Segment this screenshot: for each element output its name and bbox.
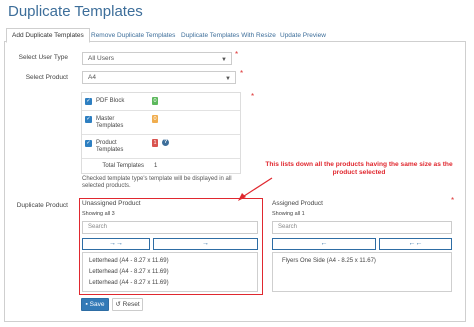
tab-add-duplicate-templates[interactable]: Add Duplicate Templates <box>6 28 90 43</box>
unassigned-search-input[interactable]: Search <box>82 221 258 234</box>
user-type-select[interactable]: All Users ▼ <box>82 52 232 65</box>
list-item[interactable]: Letterhead (A4 - 8.27 x 11.69) <box>89 280 169 286</box>
tab-remove-duplicate-templates[interactable]: Remove Duplicate Templates <box>85 28 181 42</box>
tab-update-preview[interactable]: Update Preview <box>274 28 332 42</box>
template-type-name: Product Templates <box>96 140 124 153</box>
table-row: ✓ PDF Block 0 <box>82 93 240 111</box>
table-row: Total Templates 1 <box>82 159 240 174</box>
total-templates-label: Total Templates <box>102 163 144 169</box>
help-icon[interactable]: ? <box>162 139 169 146</box>
move-right-button[interactable]: → <box>153 238 258 250</box>
floppy-disk-icon: ▪ <box>85 301 88 308</box>
unassigned-count: Showing all 3 <box>82 211 115 217</box>
assigned-title: Assigned Product <box>272 200 323 207</box>
tab-duplicate-templates-with-resize[interactable]: Duplicate Templates With Resize <box>175 28 282 42</box>
unassigned-title: Unassigned Product <box>82 200 141 207</box>
save-button[interactable]: ▪ Save <box>81 298 109 311</box>
tab-bar: Add Duplicate Templates Remove Duplicate… <box>4 28 466 43</box>
template-type-table: ✓ PDF Block 0 ✓ Master Templates 0 ✓ Pro… <box>81 92 241 174</box>
template-type-name: PDF Block <box>96 98 125 104</box>
user-type-label: Select User Type <box>18 54 68 61</box>
chevron-down-icon: ▼ <box>225 76 231 82</box>
product-label: Select Product <box>25 74 68 81</box>
chevron-down-icon: ▼ <box>221 57 227 63</box>
template-type-required: * <box>251 92 255 101</box>
move-all-right-button[interactable]: →→ <box>82 238 150 250</box>
assigned-list[interactable]: Flyers One Side (A4 - 8.25 x 11.67) <box>272 252 452 292</box>
checkmark-icon[interactable]: ✓ <box>85 98 92 105</box>
page-title: Duplicate Templates <box>8 3 143 20</box>
table-row: ✓ Master Templates 0 <box>82 111 240 135</box>
user-type-value: All Users <box>88 55 115 62</box>
user-type-required: * <box>235 50 239 59</box>
assigned-count: Showing all 1 <box>272 211 305 217</box>
undo-icon: ↺ <box>115 301 121 308</box>
list-item[interactable]: Flyers One Side (A4 - 8.25 x 11.67) <box>282 258 376 264</box>
list-item[interactable]: Letterhead (A4 - 8.27 x 11.69) <box>89 258 169 264</box>
unassigned-search-placeholder: Search <box>88 224 108 230</box>
total-templates-value: 1 <box>154 163 158 169</box>
save-label: Save <box>89 301 105 308</box>
product-value: A4 <box>88 74 96 81</box>
assigned-search-input[interactable]: Search <box>272 221 452 234</box>
template-type-name: Master Templates <box>96 116 124 129</box>
table-row: ✓ Product Templates 1 ? <box>82 135 240 159</box>
product-required: * <box>240 69 244 78</box>
assigned-search-placeholder: Search <box>278 224 298 230</box>
product-select[interactable]: A4 ▼ <box>82 71 236 84</box>
template-count-badge: 1 <box>152 139 158 147</box>
callout-text: This lists down all the products having … <box>265 161 453 176</box>
template-type-note: Checked template type's template will be… <box>82 176 232 189</box>
template-count-badge: 0 <box>152 97 158 105</box>
assigned-required: * <box>451 196 455 205</box>
reset-label: Reset <box>122 301 140 308</box>
checkmark-icon[interactable]: ✓ <box>85 116 92 123</box>
duplicate-product-label: Duplicate Product <box>16 202 68 209</box>
move-all-left-button[interactable]: ←← <box>379 238 452 250</box>
template-count-badge: 0 <box>152 115 158 123</box>
reset-button[interactable]: ↺ Reset <box>112 298 143 311</box>
list-item[interactable]: Letterhead (A4 - 8.27 x 11.69) <box>89 269 169 275</box>
unassigned-list[interactable]: Letterhead (A4 - 8.27 x 11.69) Letterhea… <box>82 252 258 292</box>
move-left-button[interactable]: ← <box>272 238 376 250</box>
checkmark-icon[interactable]: ✓ <box>85 140 92 147</box>
